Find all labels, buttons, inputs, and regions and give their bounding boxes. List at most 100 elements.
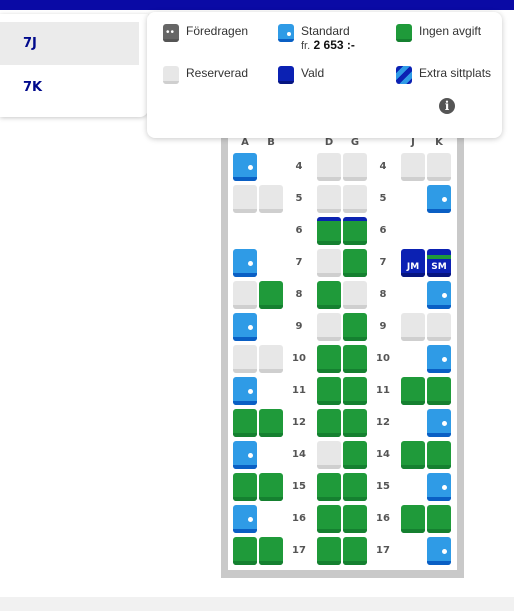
seat-12b-free[interactable] bbox=[259, 409, 283, 437]
row-number: 14 bbox=[376, 449, 390, 460]
seat-dot-icon bbox=[248, 453, 253, 458]
passenger-seat-label: 7J bbox=[23, 36, 37, 51]
row-number: 16 bbox=[376, 513, 390, 524]
seat-8g-reserved bbox=[343, 281, 367, 309]
passenger-seat-item-7k[interactable]: 7K bbox=[0, 66, 139, 109]
column-letter: A bbox=[241, 137, 249, 148]
seat-14g-free[interactable] bbox=[343, 441, 367, 469]
seat-14j-free[interactable] bbox=[401, 441, 425, 469]
row-number: 17 bbox=[292, 545, 306, 556]
seat-dot-icon bbox=[442, 485, 447, 490]
seat-11d-free[interactable] bbox=[317, 377, 341, 405]
seat-6d-extra-free[interactable] bbox=[317, 217, 341, 245]
seat-10g-free[interactable] bbox=[343, 345, 367, 373]
row-number: 16 bbox=[292, 513, 306, 524]
seat-12k-standard[interactable] bbox=[427, 409, 451, 437]
column-letter: D bbox=[324, 137, 334, 148]
row-number: 14 bbox=[292, 449, 306, 460]
seat-17k-standard[interactable] bbox=[427, 537, 451, 565]
seat-dot-icon bbox=[248, 389, 253, 394]
seat-16j-free[interactable] bbox=[401, 505, 425, 533]
seat-10b-reserved bbox=[259, 345, 283, 373]
seat-12d-free[interactable] bbox=[317, 409, 341, 437]
row-number: 15 bbox=[292, 481, 306, 492]
passenger-seat-label: 7K bbox=[23, 80, 43, 95]
seat-15b-free[interactable] bbox=[259, 473, 283, 501]
seat-15d-free[interactable] bbox=[317, 473, 341, 501]
reserved-seat-icon bbox=[163, 66, 179, 84]
seat-17g-free[interactable] bbox=[343, 537, 367, 565]
row-number: 11 bbox=[292, 385, 306, 396]
free-seat-icon bbox=[396, 24, 412, 42]
seat-15a-free[interactable] bbox=[233, 473, 257, 501]
seat-9g-free[interactable] bbox=[343, 313, 367, 341]
row-number: 10 bbox=[292, 353, 306, 364]
seat-15k-standard[interactable] bbox=[427, 473, 451, 501]
seat-14a-standard[interactable] bbox=[233, 441, 257, 469]
preferred-seat-icon: •• bbox=[163, 24, 179, 42]
column-letter: K bbox=[435, 137, 443, 148]
seat-7d-reserved bbox=[317, 249, 341, 277]
seat-7j-selected[interactable]: JM bbox=[401, 249, 425, 277]
seat-8k-standard[interactable] bbox=[427, 281, 451, 309]
seat-14k-free[interactable] bbox=[427, 441, 451, 469]
seat-10k-standard[interactable] bbox=[427, 345, 451, 373]
seat-11j-free[interactable] bbox=[401, 377, 425, 405]
seat-legend: •• Föredragen Standard fr. 2 653 :- Inge… bbox=[147, 12, 502, 138]
seat-7a-standard[interactable] bbox=[233, 249, 257, 277]
passenger-initials: SM bbox=[431, 262, 447, 272]
seat-17a-free[interactable] bbox=[233, 537, 257, 565]
column-letter: B bbox=[267, 137, 275, 148]
passenger-seat-item-7j[interactable]: 7J bbox=[0, 22, 139, 65]
legend-label: Reserverad bbox=[186, 66, 249, 80]
seat-16k-free[interactable] bbox=[427, 505, 451, 533]
seat-7g-free[interactable] bbox=[343, 249, 367, 277]
seat-4d-reserved bbox=[317, 153, 341, 181]
seat-5k-standard[interactable] bbox=[427, 185, 451, 213]
seat-4j-reserved bbox=[401, 153, 425, 181]
seat-4a-standard[interactable] bbox=[233, 153, 257, 181]
seat-17b-free[interactable] bbox=[259, 537, 283, 565]
seat-dot-icon bbox=[442, 293, 447, 298]
seat-dot-icon bbox=[442, 197, 447, 202]
standard-seat-icon bbox=[278, 24, 294, 42]
seat-6g-extra-free[interactable] bbox=[343, 217, 367, 245]
seat-16a-standard[interactable] bbox=[233, 505, 257, 533]
seat-11k-free[interactable] bbox=[427, 377, 451, 405]
bottom-bar bbox=[0, 597, 514, 611]
column-letter: G bbox=[350, 137, 360, 148]
row-number: 15 bbox=[376, 481, 390, 492]
seat-4k-reserved bbox=[427, 153, 451, 181]
seat-7k-selected[interactable]: SM bbox=[427, 249, 451, 277]
top-brand-bar bbox=[0, 0, 514, 10]
row-number: 4 bbox=[379, 161, 387, 172]
seat-4g-reserved bbox=[343, 153, 367, 181]
seat-5g-reserved bbox=[343, 185, 367, 213]
seat-15g-free[interactable] bbox=[343, 473, 367, 501]
seat-5a-reserved bbox=[233, 185, 257, 213]
column-letter: J bbox=[411, 137, 415, 148]
info-icon[interactable]: i bbox=[439, 98, 455, 114]
seat-5d-reserved bbox=[317, 185, 341, 213]
seat-9d-reserved bbox=[317, 313, 341, 341]
seat-17d-free[interactable] bbox=[317, 537, 341, 565]
row-number: 4 bbox=[295, 161, 303, 172]
row-number: 9 bbox=[379, 321, 387, 332]
seat-dot-icon bbox=[248, 165, 253, 170]
seat-16g-free[interactable] bbox=[343, 505, 367, 533]
seat-12g-free[interactable] bbox=[343, 409, 367, 437]
legend-label: Föredragen bbox=[186, 24, 249, 38]
seat-8d-free[interactable] bbox=[317, 281, 341, 309]
seat-16d-free[interactable] bbox=[317, 505, 341, 533]
seat-9j-reserved bbox=[401, 313, 425, 341]
seat-9a-standard[interactable] bbox=[233, 313, 257, 341]
row-number: 9 bbox=[295, 321, 303, 332]
seat-11a-standard[interactable] bbox=[233, 377, 257, 405]
passenger-panel: 7J 7K bbox=[0, 14, 148, 117]
seat-11g-free[interactable] bbox=[343, 377, 367, 405]
seat-8b-free[interactable] bbox=[259, 281, 283, 309]
seat-10d-free[interactable] bbox=[317, 345, 341, 373]
seat-12a-free[interactable] bbox=[233, 409, 257, 437]
row-number: 17 bbox=[376, 545, 390, 556]
seat-dot-icon bbox=[248, 517, 253, 522]
